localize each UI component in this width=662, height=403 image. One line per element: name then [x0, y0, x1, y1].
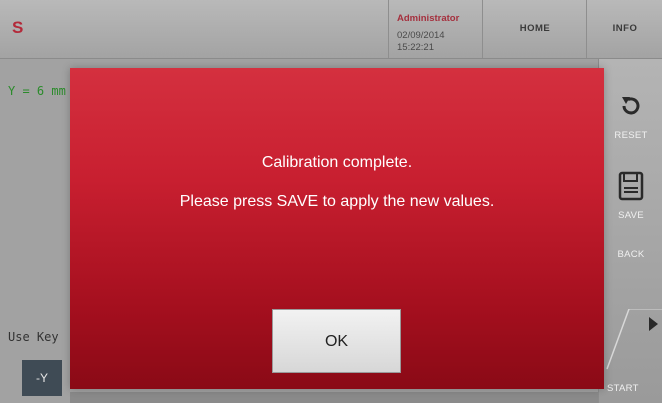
info-button[interactable]: INFO	[586, 0, 662, 58]
back-label: BACK	[617, 249, 645, 260]
use-keys-hint: Use Key	[8, 330, 59, 344]
dialog-message-title: Calibration complete.	[261, 154, 413, 171]
save-icon	[618, 171, 644, 201]
play-icon	[649, 317, 658, 331]
current-time: 15:22:21	[397, 42, 434, 53]
y-position-readout: Y = 6 mm	[8, 84, 66, 98]
user-name: Administrator	[397, 13, 460, 24]
back-button[interactable]: BACK	[599, 249, 662, 269]
reset-button[interactable]: RESET	[599, 87, 662, 157]
start-button[interactable]: START	[599, 309, 662, 403]
top-bar: S Administrator 02/09/2014 15:22:21 HOME…	[0, 0, 662, 59]
home-button[interactable]: HOME	[482, 0, 587, 58]
bottom-controls-strip	[70, 392, 600, 403]
user-info: Administrator 02/09/2014 15:22:21	[388, 0, 483, 58]
right-sidebar: RESET SAVE BACK START	[598, 59, 662, 403]
calibration-dialog: Calibration complete. Please press SAVE …	[70, 68, 604, 389]
minus-y-button[interactable]: -Y	[22, 360, 62, 396]
dialog-message-body: Please press SAVE to apply the new value…	[179, 193, 495, 210]
current-date: 02/09/2014	[397, 30, 445, 41]
save-label: SAVE	[618, 210, 644, 221]
app-logo: S	[12, 18, 24, 37]
save-button[interactable]: SAVE	[599, 171, 662, 241]
ok-button[interactable]: OK	[272, 309, 401, 373]
reset-label: RESET	[614, 130, 648, 141]
reset-icon	[622, 97, 640, 115]
start-label: START	[607, 383, 639, 394]
